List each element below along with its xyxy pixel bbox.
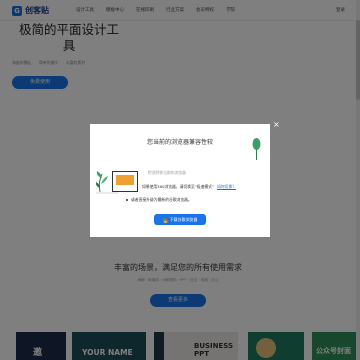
dialog-upgrade-label: 或者直接升级为最新的谷歌浏览器。 [131, 197, 192, 202]
how-to-switch-link[interactable]: 如何切换？ [217, 184, 236, 189]
monitor-screen [116, 175, 134, 185]
dialog-switch-label: 如果使用360浏览器，请切换至“极速模式” [142, 184, 214, 189]
close-icon[interactable]: × [273, 121, 280, 129]
plant-icon [252, 138, 261, 160]
bullet-dot-icon [126, 199, 128, 201]
dialog-upgrade-text: 或者直接升级为最新的谷歌浏览器。 [126, 197, 192, 203]
download-chrome-button[interactable]: 下载谷歌浏览器 [154, 214, 206, 225]
dialog-detect-text: 检测到你当前的浏览器 [148, 170, 186, 175]
dialog-switch-text: 如果使用360浏览器，请切换至“极速模式” 如何切换？ [142, 184, 236, 190]
monitor-icon [112, 171, 138, 192]
browser-compat-dialog: 您当前的浏览器兼容性较 检测到你当前的浏览器 如果使用360浏览器，请切换至“极… [90, 124, 270, 237]
chrome-icon [162, 217, 168, 223]
download-chrome-label: 下载谷歌浏览器 [169, 217, 198, 222]
dialog-title: 您当前的浏览器兼容性较 [146, 139, 213, 146]
